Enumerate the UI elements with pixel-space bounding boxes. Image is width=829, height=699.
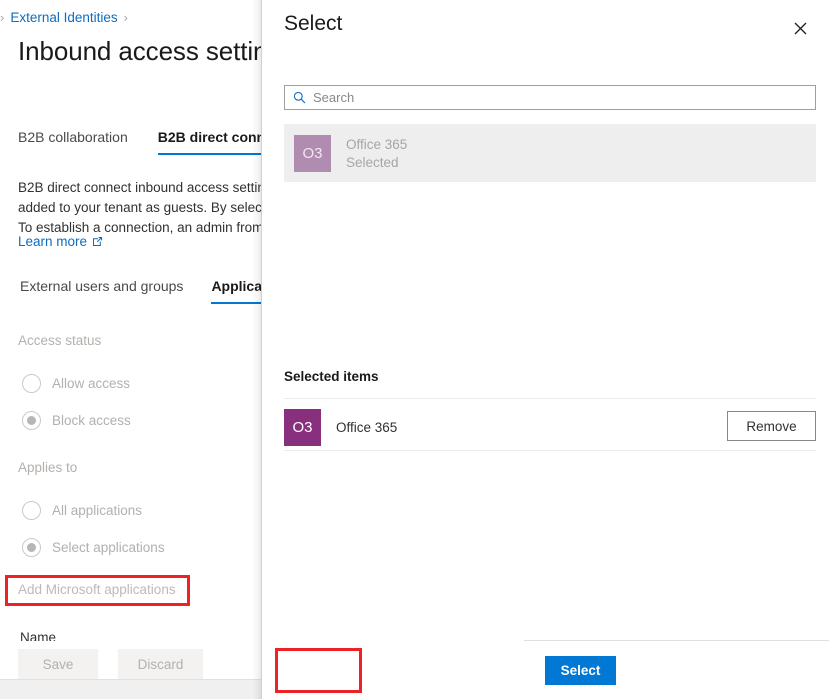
secondary-tabs: External users and groups Applications: [20, 278, 262, 304]
list-item[interactable]: O3 Office 365 Selected: [284, 124, 816, 182]
breadcrumb: › External Identities ›: [0, 10, 128, 25]
search-icon: [293, 91, 306, 104]
search-input[interactable]: Search: [284, 85, 816, 110]
list-item-name: Office 365: [346, 137, 407, 152]
breadcrumb-link-external-identities[interactable]: External Identities: [10, 10, 117, 25]
list-item-text: Office 365 Selected: [346, 137, 407, 170]
select-button[interactable]: Select: [545, 656, 616, 685]
blade-description: B2B direct connect inbound access settin…: [18, 178, 262, 238]
applies-to-label: Applies to: [18, 460, 77, 475]
blade-command-bar: Save Discard: [0, 641, 262, 679]
learn-more-label: Learn more: [18, 234, 87, 249]
radio-select-applications-control[interactable]: [22, 538, 41, 557]
highlight-box-add-microsoft-applications: [5, 575, 190, 606]
page-title: Inbound access settings: [18, 36, 262, 67]
remove-button[interactable]: Remove: [727, 411, 816, 441]
blade-bottom-strip: [0, 679, 262, 699]
discard-button[interactable]: Discard: [118, 649, 203, 679]
selected-item-name: Office 365: [336, 420, 397, 435]
breadcrumb-trailing-chevron-icon: ›: [124, 10, 128, 25]
description-line-2: added to your tenant as guests. By selec…: [18, 198, 262, 218]
search-placeholder: Search: [313, 90, 354, 105]
panel-edge-shadow: [252, 0, 262, 699]
radio-allow-access-control[interactable]: [22, 374, 41, 393]
radio-select-applications-label: Select applications: [52, 540, 165, 555]
subtab-external-users-and-groups[interactable]: External users and groups: [20, 278, 183, 304]
save-button[interactable]: Save: [18, 649, 98, 679]
radio-all-applications-control[interactable]: [22, 501, 41, 520]
radio-all-applications[interactable]: All applications: [22, 501, 142, 520]
selected-item-row: O3 Office 365 Remove: [284, 405, 816, 449]
selected-items-title: Selected items: [284, 369, 379, 384]
screenshot-root: › External Identities › Inbound access s…: [0, 0, 829, 699]
panel-footer-divider: [524, 640, 829, 641]
close-icon[interactable]: [785, 14, 815, 42]
description-line-1: B2B direct connect inbound access settin…: [18, 178, 262, 198]
primary-tabs: B2B collaboration B2B direct connect: [18, 129, 262, 155]
learn-more-link[interactable]: Learn more: [18, 234, 103, 249]
radio-block-access-control[interactable]: [22, 411, 41, 430]
radio-all-applications-label: All applications: [52, 503, 142, 518]
external-link-icon: [92, 236, 103, 247]
tab-b2b-collaboration[interactable]: B2B collaboration: [18, 129, 128, 155]
avatar: O3: [284, 409, 321, 446]
list-item-status: Selected: [346, 155, 407, 170]
tab-b2b-direct-connect[interactable]: B2B direct connect: [158, 129, 262, 155]
avatar: O3: [294, 135, 331, 172]
access-status-label: Access status: [18, 333, 101, 348]
radio-allow-access[interactable]: Allow access: [22, 374, 130, 393]
breadcrumb-leading-chevron-icon: ›: [0, 10, 4, 25]
radio-block-access-label: Block access: [52, 413, 131, 428]
radio-block-access[interactable]: Block access: [22, 411, 131, 430]
selected-items-divider-bottom: [284, 450, 816, 451]
radio-allow-access-label: Allow access: [52, 376, 130, 391]
radio-select-applications[interactable]: Select applications: [22, 538, 165, 557]
highlight-box-select-button: [275, 648, 362, 693]
select-panel: Select Search O3 Office 365 Selected S: [262, 0, 829, 699]
select-panel-title: Select: [284, 12, 342, 36]
selected-items-divider-top: [284, 398, 816, 399]
